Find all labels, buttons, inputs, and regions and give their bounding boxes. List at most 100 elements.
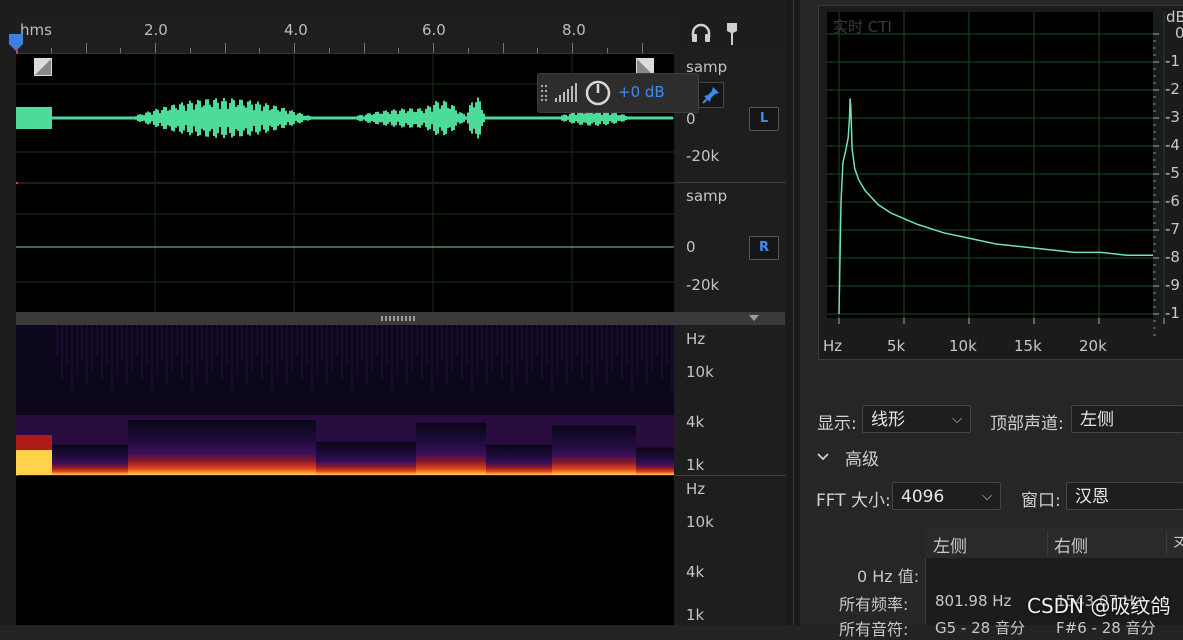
display-value: 线形 — [871, 410, 905, 430]
time-ruler[interactable]: hms 2.0 4.0 6.0 8.0 — [16, 15, 674, 54]
window-value: 汉恩 — [1075, 487, 1109, 507]
channel-divider — [674, 475, 786, 476]
db-tick: -8 — [1165, 248, 1180, 266]
fft-size-dropdown[interactable]: 4096 ⌵ — [892, 482, 1001, 510]
frequency-analysis-graph[interactable]: 实时 CTI dB 0 -1 -2 -3 -4 -5 -6 -7 -8 -9 -1 Hz 5k 10… — [818, 5, 1183, 360]
right-scale-zero: 0 — [686, 238, 696, 256]
right-note-value: F#6 - 28 音分 — [1056, 619, 1156, 637]
ruler-label: 8.0 — [562, 21, 586, 39]
ruler-label: 6.0 — [422, 21, 446, 39]
drag-grip-icon[interactable] — [540, 84, 548, 102]
display-dropdown[interactable]: 线形 ⌵ — [862, 405, 971, 433]
ruler-tick — [328, 48, 330, 53]
headphones-icon[interactable] — [690, 22, 712, 44]
row-label-notes: 所有音符: — [839, 620, 909, 639]
col-right-header: 右侧 — [1054, 537, 1088, 557]
split-grip-icon[interactable] — [381, 316, 417, 321]
window-dropdown[interactable]: 汉恩 — [1066, 482, 1183, 510]
panel-divider-line — [793, 0, 794, 625]
display-label: 显示: — [817, 414, 857, 434]
graph-title: 实时 CTI — [833, 18, 892, 36]
ruler-tick — [259, 48, 261, 53]
level-meter-icon — [555, 83, 577, 102]
ruler-tick — [606, 48, 608, 53]
ruler-tick — [155, 43, 156, 53]
marker-pin-icon[interactable] — [724, 22, 740, 46]
ruler-tick — [641, 43, 643, 53]
right-channel-waveform[interactable] — [16, 184, 674, 312]
left-frequency-value: 801.98 Hz — [935, 592, 1012, 610]
right-spectral-tick: 10k — [686, 513, 714, 531]
left-spectrogram-graphic — [16, 325, 674, 475]
ruler-tick — [50, 48, 52, 53]
db-tick: 0 — [1175, 24, 1183, 42]
window-label: 窗口: — [1021, 491, 1061, 511]
watermark: CSDN @吸纹鸽 — [1027, 594, 1171, 618]
chevron-down-icon[interactable] — [816, 450, 830, 464]
right-scale-unit: samp — [686, 187, 728, 205]
col-third-header: ヌ — [1172, 535, 1183, 551]
collapse-arrow-icon[interactable] — [749, 315, 759, 322]
row-label-0hz: 0 Hz 值: — [857, 567, 920, 586]
fft-size-label: FFT 大小: — [816, 491, 891, 511]
right-waveform-graphic — [16, 184, 674, 312]
gain-value[interactable]: +0 dB — [618, 83, 665, 101]
ruler-tick — [294, 43, 295, 53]
ruler-label: 2.0 — [144, 21, 168, 39]
right-spectral-tick: 4k — [686, 563, 705, 581]
chevron-down-icon: ⌵ — [952, 412, 962, 427]
top-channel-dropdown[interactable]: 左侧 — [1071, 405, 1183, 433]
ruler-tick — [433, 43, 434, 53]
advanced-section-header[interactable]: 高级 — [845, 445, 879, 470]
left-spectral-tick: 1k — [686, 456, 705, 474]
left-spectral-tick: 10k — [686, 363, 714, 381]
ruler-tick — [120, 48, 122, 53]
db-tick: -3 — [1165, 108, 1180, 126]
ruler-tick — [537, 48, 539, 53]
gain-hud[interactable]: +0 dB — [537, 73, 699, 113]
col-left-header: 左侧 — [933, 537, 967, 557]
freq-tick: 5k — [887, 337, 906, 355]
db-tick: -6 — [1165, 192, 1180, 210]
freq-tick: 20k — [1079, 337, 1107, 355]
channel-divider — [674, 182, 786, 183]
ruler-tick — [224, 43, 226, 53]
right-channel-toggle-button[interactable]: R — [749, 236, 779, 260]
left-note-value: G5 - 28 音分 — [935, 619, 1025, 637]
db-tick: -4 — [1165, 136, 1180, 154]
ruler-tick — [467, 48, 469, 53]
ruler-label: 4.0 — [284, 21, 308, 39]
ruler-tick — [363, 43, 365, 53]
db-tick: -1 — [1165, 52, 1180, 70]
frequency-curve-graphic — [827, 12, 1165, 336]
view-split-bar[interactable] — [16, 312, 785, 325]
left-scale-bottom: -20k — [686, 147, 720, 165]
gain-knob-icon[interactable] — [584, 79, 612, 107]
column-divider — [1047, 530, 1048, 556]
top-channel-label: 顶部声道: — [990, 414, 1064, 434]
db-tick: -9 — [1165, 276, 1180, 294]
db-tick: -5 — [1165, 164, 1180, 182]
db-tick: -7 — [1165, 220, 1180, 238]
right-spectral-unit: Hz — [686, 480, 706, 498]
ruler-tick — [398, 48, 400, 53]
ruler-tick — [572, 43, 573, 53]
freq-unit: Hz — [823, 337, 843, 355]
left-spectral-display[interactable] — [16, 325, 674, 475]
ruler-tick — [189, 48, 191, 53]
pin-hud-button[interactable] — [698, 82, 724, 108]
chevron-down-icon: ⌵ — [982, 489, 992, 504]
right-spectral-display[interactable] — [16, 476, 674, 625]
ruler-tick — [85, 43, 87, 53]
fade-in-handle-icon[interactable] — [34, 58, 52, 76]
db-tick: -2 — [1165, 80, 1180, 98]
left-channel-toggle-button[interactable]: L — [749, 107, 779, 131]
column-divider — [1166, 530, 1167, 556]
right-spectral-tick: 1k — [686, 606, 705, 624]
right-scale-bottom: -20k — [686, 276, 720, 294]
row-label-frequency: 所有频率: — [839, 595, 909, 614]
ruler-tick — [502, 43, 504, 53]
db-tick: -1 — [1165, 304, 1180, 322]
top-channel-value: 左侧 — [1080, 410, 1114, 430]
pin-icon — [702, 87, 719, 104]
